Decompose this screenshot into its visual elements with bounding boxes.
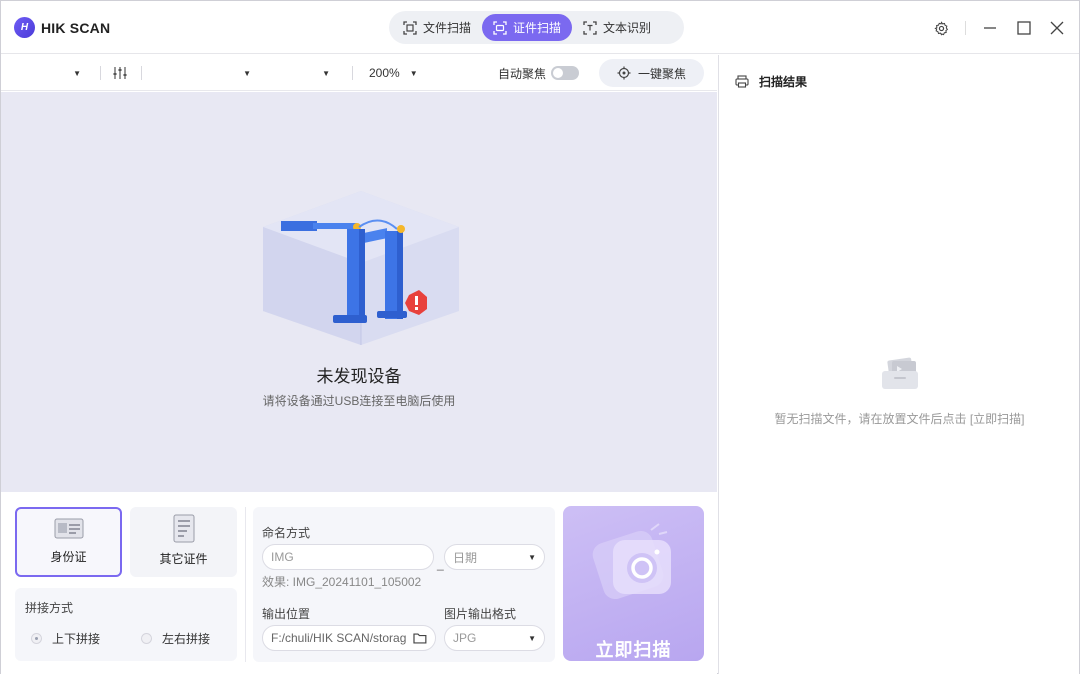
app-logo: H HIK SCAN: [14, 17, 110, 38]
resolution-select[interactable]: ▼: [161, 55, 251, 91]
adjust-button[interactable]: [112, 55, 128, 91]
stitch-mode-card: 拼接方式 上下拼接 左右拼接: [15, 588, 237, 661]
close-icon: [1050, 21, 1064, 35]
close-button[interactable]: [1047, 18, 1067, 38]
camera-icon: [592, 523, 671, 600]
chevron-down-icon: ▼: [528, 633, 536, 643]
scan-results-title: 扫描结果: [759, 75, 808, 89]
name-suffix-value: 日期: [453, 550, 478, 565]
scan-now-button[interactable]: 立即扫描: [563, 506, 704, 661]
chevron-down-icon: ▼: [409, 68, 418, 78]
chevron-down-icon: ▼: [528, 552, 536, 562]
no-device-subtitle: 请将设备通过USB连接至电脑后使用: [262, 394, 456, 408]
id-card-label: 身份证: [50, 550, 87, 564]
name-suffix-select[interactable]: 日期 ▼: [444, 544, 545, 570]
title-bar: H HIK SCAN 文件扫描 证件扫描 文本识别: [1, 1, 1079, 54]
radio-dot-icon: [31, 633, 42, 644]
stitch-vertical-label: 上下拼接: [52, 632, 101, 646]
maximize-button[interactable]: [1014, 18, 1034, 38]
scan-results-header: 扫描结果: [735, 73, 807, 90]
auto-focus-toggle[interactable]: [551, 66, 580, 80]
scan-settings-panel: 身份证 其它证件 拼接方式 上下拼接 左右拼接 命名方式 IMG _ 日期 ▼ …: [1, 493, 717, 674]
other-document-label: 其它证件: [159, 552, 208, 566]
stitch-mode-label: 拼接方式: [25, 601, 74, 615]
settings-icon: [933, 20, 948, 36]
app-title: HIK SCAN: [41, 19, 111, 36]
tab-id-scan[interactable]: 证件扫描: [482, 14, 573, 41]
tab-text-recognition[interactable]: 文本识别: [572, 14, 662, 41]
image-format-value: JPG: [453, 631, 477, 645]
zoom-select[interactable]: 200% ▼: [369, 55, 418, 91]
camera-preview: 未发现设备 请将设备通过USB连接至电脑后使用: [1, 92, 717, 492]
toolbar-divider: [100, 66, 101, 80]
image-format-select[interactable]: JPG ▼: [444, 625, 545, 651]
panel-divider: [245, 507, 246, 662]
name-separator: _: [437, 557, 444, 571]
toolbar-divider: [352, 66, 353, 80]
chevron-down-icon: ▼: [73, 68, 81, 78]
output-location-label: 输出位置: [262, 607, 311, 621]
sliders-icon: [113, 67, 127, 79]
toolbar-divider: [141, 66, 142, 80]
stitch-horizontal-radio[interactable]: 左右拼接: [141, 630, 210, 647]
scan-results-panel: 扫描结果 暂无扫描文件，请在放置文件后点击 [立即扫描]: [718, 55, 1079, 674]
empty-folder-icon: [882, 357, 918, 389]
settings-button[interactable]: [931, 18, 951, 38]
tab-text-recognition-label: 文本识别: [603, 21, 652, 35]
tab-document-scan-label: 文件扫描: [423, 21, 472, 35]
minimize-button[interactable]: [980, 18, 1000, 38]
auto-focus-control: 自动聚焦: [498, 55, 580, 91]
doc-type-id-card[interactable]: 身份证: [15, 507, 122, 577]
doc-type-other[interactable]: 其它证件: [130, 507, 237, 577]
scan-now-label: 立即扫描: [595, 640, 672, 660]
radio-dot-icon: [141, 633, 152, 644]
logo-mark-icon: H: [14, 17, 35, 38]
naming-output-card: 命名方式 IMG _ 日期 ▼ 效果: IMG_20241101_105002 …: [253, 507, 555, 662]
no-device-title: 未发现设备: [316, 367, 402, 386]
minimize-icon: [984, 27, 996, 29]
name-prefix-input[interactable]: IMG: [262, 544, 434, 570]
mode-tabs: 文件扫描 证件扫描 文本识别: [389, 11, 684, 44]
device-select[interactable]: ▼: [21, 55, 81, 91]
stitch-vertical-radio[interactable]: 上下拼接: [31, 630, 100, 647]
naming-label: 命名方式: [262, 526, 311, 540]
name-prefix-placeholder: IMG: [271, 550, 294, 564]
camera-toolbar: ▼ ▼ ▼ 200% ▼ 自动聚焦 一键聚焦: [1, 55, 717, 91]
output-location-value: F:/chuli/HIK SCAN/storag: [271, 631, 407, 645]
output-location-input[interactable]: F:/chuli/HIK SCAN/storag: [262, 625, 436, 651]
app-window: H HIK SCAN 文件扫描 证件扫描 文本识别 ▼ ▼ ▼ 200% ▼ 自…: [0, 0, 1080, 674]
image-format-label: 图片输出格式: [444, 607, 517, 621]
chevron-down-icon: ▼: [243, 68, 251, 78]
id-scan-icon: [493, 20, 507, 35]
zoom-value: 200%: [369, 66, 400, 80]
one-key-focus-label: 一键聚焦: [637, 66, 686, 81]
document-scan-icon: [403, 20, 417, 35]
auto-focus-label: 自动聚焦: [498, 66, 547, 81]
focus-target-icon: [617, 66, 631, 80]
folder-icon[interactable]: [413, 632, 427, 644]
printer-icon: [735, 75, 749, 88]
naming-effect-preview: 效果: IMG_20241101_105002: [262, 575, 422, 589]
mode-select[interactable]: ▼: [271, 55, 330, 91]
titlebar-divider: [965, 21, 966, 35]
chevron-down-icon: ▼: [322, 68, 330, 78]
one-key-focus-button[interactable]: 一键聚焦: [599, 59, 704, 87]
tab-document-scan[interactable]: 文件扫描: [392, 14, 482, 41]
stitch-horizontal-label: 左右拼接: [162, 632, 211, 646]
id-card-icon: [54, 518, 83, 539]
other-document-icon: [173, 514, 194, 543]
maximize-icon: [1017, 21, 1031, 35]
no-device-illustration: [263, 191, 459, 345]
text-recognition-icon: [583, 20, 597, 35]
scan-results-empty-text: 暂无扫描文件，请在放置文件后点击 [立即扫描]: [774, 412, 1025, 426]
tab-id-scan-label: 证件扫描: [513, 21, 562, 35]
